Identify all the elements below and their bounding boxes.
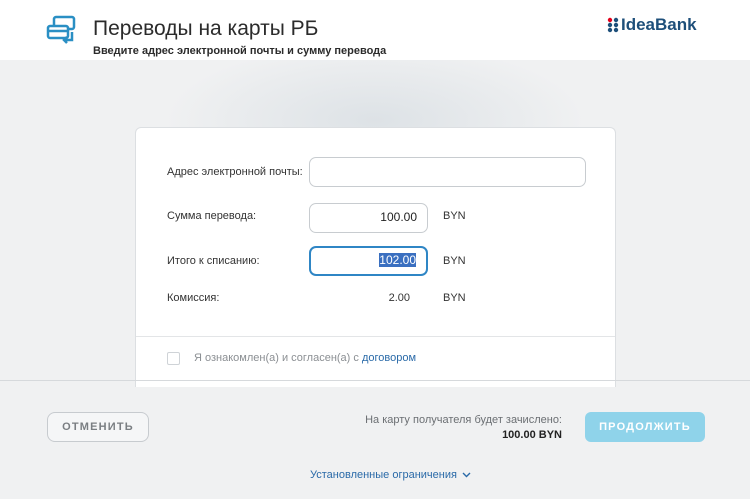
credit-amount: 100.00 BYN bbox=[502, 429, 562, 441]
total-value-selected: 102.00 bbox=[379, 253, 416, 267]
chevron-down-icon bbox=[462, 472, 471, 478]
page-title: Переводы на карты РБ bbox=[93, 17, 319, 40]
agreement-text: Я ознакомлен(а) и согласен(а) с договоро… bbox=[194, 352, 416, 364]
agreement-checkbox[interactable] bbox=[167, 352, 180, 365]
continue-button[interactable]: ПРОДОЛЖИТЬ bbox=[585, 412, 705, 442]
card-divider bbox=[136, 336, 615, 337]
amount-currency: BYN bbox=[443, 210, 466, 222]
brand-logo: IdeaBank bbox=[607, 15, 697, 35]
page-subtitle: Введите адрес электронной почты и сумму … bbox=[93, 45, 387, 57]
email-label: Адрес электронной почты: bbox=[167, 166, 303, 178]
brand-dots-icon bbox=[607, 17, 619, 33]
transfer-form-card: Адрес электронной почты: Сумма перевода:… bbox=[135, 127, 616, 387]
amount-field[interactable]: 100.00 bbox=[309, 203, 428, 233]
cancel-button[interactable]: ОТМЕНИТЬ bbox=[47, 412, 149, 442]
total-currency: BYN bbox=[443, 255, 466, 267]
total-field[interactable]: 102.00 bbox=[309, 246, 428, 276]
email-field[interactable] bbox=[309, 157, 586, 187]
footer-divider bbox=[0, 380, 750, 381]
transfer-cards-icon bbox=[46, 15, 76, 44]
limits-link[interactable]: Установленные ограничения bbox=[310, 469, 471, 481]
total-label: Итого к списанию: bbox=[167, 255, 260, 267]
fee-label: Комиссия: bbox=[167, 292, 220, 304]
limits-label: Установленные ограничения bbox=[310, 469, 457, 481]
brand-name: IdeaBank bbox=[621, 15, 697, 34]
credit-label: На карту получателя будет зачислено: bbox=[365, 414, 562, 426]
agreement-link[interactable]: договором bbox=[362, 352, 416, 364]
fee-value: 2.00 bbox=[388, 292, 410, 304]
agreement-label: Я ознакомлен(а) и согласен(а) с bbox=[194, 352, 359, 364]
amount-label: Сумма перевода: bbox=[167, 210, 257, 222]
fee-currency: BYN bbox=[443, 292, 466, 304]
